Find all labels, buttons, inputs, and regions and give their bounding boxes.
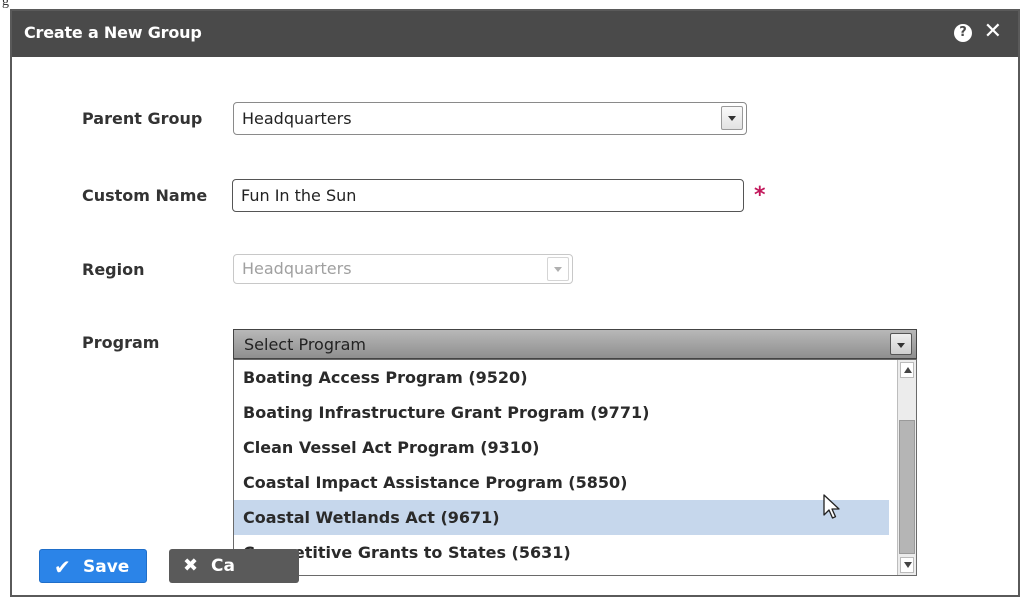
mouse-pointer-icon (823, 494, 840, 519)
parent-group-value: Headquarters (242, 109, 352, 128)
close-icon[interactable]: ✕ (984, 20, 1002, 44)
region-select: Headquarters (233, 254, 573, 284)
page: g Create a New Group ? ✕ Parent Group He… (0, 0, 1028, 606)
parent-group-select[interactable]: Headquarters (233, 102, 747, 135)
program-option[interactable]: Competitive Grants to States (5631) (234, 535, 889, 570)
frame-edge-text: g (2, 0, 9, 9)
scroll-down-arrow-icon[interactable] (900, 557, 914, 573)
required-marker: * (754, 183, 766, 208)
program-value: Select Program (244, 335, 366, 354)
checkmark-icon: ✔ (54, 555, 71, 579)
program-option[interactable]: Coastal Impact Assistance Program (5850) (234, 465, 889, 500)
chevron-down-icon[interactable] (721, 106, 743, 130)
program-option[interactable]: Boating Infrastructure Grant Program (97… (234, 395, 889, 430)
cancel-button-label: Ca (211, 556, 235, 576)
custom-name-input[interactable]: Fun In the Sun (232, 179, 744, 212)
program-dropdown-list[interactable]: Boating Access Program (9520) Boating In… (233, 359, 917, 576)
dialog-title: Create a New Group (24, 23, 202, 42)
cancel-button[interactable]: ✖ Ca (169, 549, 299, 583)
dropdown-scrollbar[interactable] (897, 360, 916, 575)
dialog-titlebar: Create a New Group ? ✕ (12, 11, 1018, 57)
chevron-down-icon[interactable] (890, 333, 912, 355)
save-button[interactable]: ✔ Save (39, 549, 147, 583)
save-button-label: Save (83, 557, 130, 577)
program-option[interactable]: Clean Vessel Act Program (9310) (234, 430, 889, 465)
chevron-down-icon (547, 257, 569, 281)
scroll-up-arrow-icon[interactable] (900, 362, 914, 378)
program-option[interactable]: Boating Access Program (9520) (234, 360, 889, 395)
help-icon[interactable]: ? (954, 24, 972, 42)
parent-group-label: Parent Group (82, 109, 203, 128)
region-label: Region (82, 260, 145, 279)
scroll-thumb[interactable] (899, 420, 915, 554)
create-group-dialog: Create a New Group ? ✕ Parent Group Head… (10, 9, 1020, 597)
program-label: Program (82, 333, 160, 352)
region-value: Headquarters (242, 259, 352, 278)
x-icon: ✖ (183, 555, 199, 576)
custom-name-label: Custom Name (82, 186, 208, 205)
custom-name-value: Fun In the Sun (241, 186, 357, 205)
program-select[interactable]: Select Program (233, 329, 917, 359)
program-option-hovered[interactable]: Coastal Wetlands Act (9671) (234, 500, 889, 535)
